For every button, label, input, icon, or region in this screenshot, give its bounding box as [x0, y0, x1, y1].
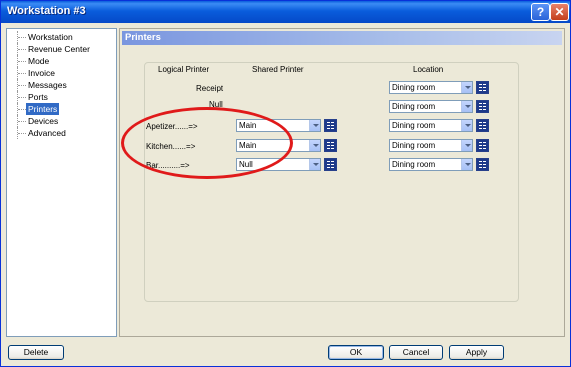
location-grid-button-bar[interactable]	[476, 158, 489, 171]
shared-printer-select-kitchen[interactable]: Main	[236, 139, 321, 152]
cancel-button[interactable]: Cancel	[389, 345, 443, 360]
tree-branch-line	[17, 103, 26, 115]
window-title: Workstation #3	[7, 5, 86, 17]
logical-printer-receipt: Receipt	[196, 84, 224, 93]
location-select-bar[interactable]: Dining room	[389, 158, 473, 171]
workstation-dialog: Workstation #3 ? ✕ Workstation Revenue C…	[0, 0, 571, 367]
location-select-null[interactable]: Dining room	[389, 100, 473, 113]
location-value: Dining room	[392, 83, 436, 92]
printers-panel: Printers	[119, 28, 565, 337]
tree-item-label: Printers	[26, 103, 60, 115]
tree-item-label: Messages	[28, 80, 67, 90]
delete-button[interactable]: Delete	[8, 345, 64, 360]
tree-item-label: Revenue Center	[28, 44, 90, 54]
chevron-down-icon[interactable]	[461, 120, 472, 131]
logical-printer-apetizer: Apetizer......=>	[146, 122, 198, 131]
close-button[interactable]: ✕	[550, 3, 569, 21]
tree-branch-line	[17, 67, 26, 79]
tree-item-devices[interactable]: Devices	[7, 115, 117, 127]
tree-item-label: Advanced	[28, 128, 66, 138]
ok-button[interactable]: OK	[328, 345, 384, 360]
location-select-kitchen[interactable]: Dining room	[389, 139, 473, 152]
chevron-down-icon[interactable]	[461, 82, 472, 93]
header-location: Location	[413, 65, 444, 74]
tree-item-workstation[interactable]: Workstation	[7, 31, 117, 43]
chevron-down-icon[interactable]	[461, 159, 472, 170]
location-value: Dining room	[392, 102, 436, 111]
tree-item-label: Workstation	[28, 32, 73, 42]
tree-item-label: Ports	[28, 92, 48, 102]
location-value: Dining room	[392, 160, 436, 169]
tree-branch-line	[17, 91, 26, 103]
chevron-down-icon[interactable]	[309, 120, 320, 131]
logical-printer-null: Null	[209, 100, 223, 109]
location-grid-button-receipt[interactable]	[476, 81, 489, 94]
tree-branch-line	[17, 31, 26, 43]
shared-grid-button-bar[interactable]	[324, 158, 337, 171]
shared-grid-button-kitchen[interactable]	[324, 139, 337, 152]
close-icon: ✕	[554, 5, 565, 19]
tree-item-ports[interactable]: Ports	[7, 91, 117, 103]
logical-printer-kitchen: Kitchen......=>	[146, 142, 196, 151]
tree-item-messages[interactable]: Messages	[7, 79, 117, 91]
chevron-down-icon[interactable]	[309, 159, 320, 170]
header-logical-printer: Logical Printer	[158, 65, 210, 74]
tree-branch-line	[17, 79, 26, 91]
shared-printer-value: Null	[239, 160, 253, 169]
location-grid-button-kitchen[interactable]	[476, 139, 489, 152]
logical-printer-bar: Bar..........=>	[146, 161, 190, 170]
location-grid-button-null[interactable]	[476, 100, 489, 113]
location-grid-button-apetizer[interactable]	[476, 119, 489, 132]
header-shared-printer: Shared Printer	[252, 65, 304, 74]
shared-printer-select-apetizer[interactable]: Main	[236, 119, 321, 132]
chevron-down-icon[interactable]	[309, 140, 320, 151]
tree-item-label: Mode	[28, 56, 50, 66]
location-select-apetizer[interactable]: Dining room	[389, 119, 473, 132]
tree-item-mode[interactable]: Mode	[7, 55, 117, 67]
chevron-down-icon[interactable]	[461, 140, 472, 151]
tree-branch-line	[17, 55, 26, 67]
settings-tree: Workstation Revenue Center Mode Invoice …	[6, 28, 117, 337]
help-icon: ?	[536, 5, 545, 19]
title-bar[interactable]: Workstation #3 ? ✕	[1, 1, 570, 23]
location-value: Dining room	[392, 121, 436, 130]
shared-printer-value: Main	[239, 121, 257, 130]
tree-item-revenue-center[interactable]: Revenue Center	[7, 43, 117, 55]
tree-branch-line	[17, 115, 26, 127]
shared-printer-value: Main	[239, 141, 257, 150]
tree-branch-line	[17, 43, 26, 55]
tree-branch-line	[17, 127, 26, 139]
tree-item-printers[interactable]: Printers	[7, 103, 117, 115]
tree-item-label: Invoice	[28, 68, 55, 78]
location-value: Dining room	[392, 141, 436, 150]
panel-title: Printers	[125, 32, 161, 43]
location-select-receipt[interactable]: Dining room	[389, 81, 473, 94]
shared-printer-select-bar[interactable]: Null	[236, 158, 321, 171]
printers-groupbox	[144, 62, 519, 302]
tree-item-advanced[interactable]: Advanced	[7, 127, 117, 139]
chevron-down-icon[interactable]	[461, 101, 472, 112]
shared-grid-button-apetizer[interactable]	[324, 119, 337, 132]
tree-item-invoice[interactable]: Invoice	[7, 67, 117, 79]
apply-button[interactable]: Apply	[449, 345, 504, 360]
help-button[interactable]: ?	[531, 3, 550, 21]
tree-item-label: Devices	[28, 116, 59, 126]
panel-header: Printers	[122, 31, 562, 45]
